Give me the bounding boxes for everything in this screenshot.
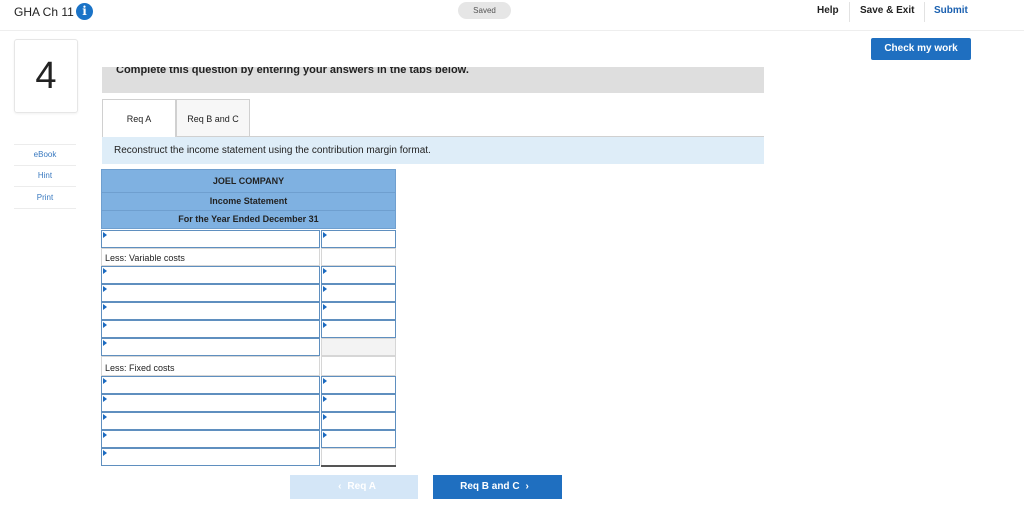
income-statement-table: JOEL COMPANY Income Statement For the Ye… bbox=[101, 169, 396, 467]
amount-cell bbox=[321, 356, 396, 376]
statement-title: Income Statement bbox=[209, 196, 288, 206]
hint-link[interactable]: Hint bbox=[14, 166, 76, 187]
prev-tab-button[interactable]: ‹ Req A bbox=[290, 475, 418, 499]
dropdown-marker-icon bbox=[103, 232, 107, 238]
info-icon[interactable]: i bbox=[76, 3, 93, 20]
next-tab-button[interactable]: Req B and C › bbox=[433, 475, 562, 499]
statement-header: JOEL COMPANY Income Statement For the Ye… bbox=[101, 169, 396, 229]
input-marker-icon bbox=[323, 286, 327, 292]
saved-status-badge: Saved bbox=[458, 2, 511, 19]
amount-input[interactable] bbox=[321, 230, 396, 248]
fixed-costs-label: Less: Fixed costs bbox=[101, 356, 320, 376]
total-cell bbox=[321, 448, 396, 466]
dropdown-marker-icon bbox=[103, 450, 107, 456]
prompt-text: Reconstruct the income statement using t… bbox=[114, 145, 431, 156]
input-marker-icon bbox=[323, 268, 327, 274]
line-item-select[interactable] bbox=[101, 284, 320, 302]
amount-input[interactable] bbox=[321, 320, 396, 338]
prompt-band: Reconstruct the income statement using t… bbox=[102, 137, 764, 164]
table-row bbox=[101, 430, 396, 448]
table-row bbox=[101, 394, 396, 412]
table-row bbox=[101, 412, 396, 430]
input-marker-icon bbox=[323, 432, 327, 438]
line-item-select[interactable] bbox=[101, 394, 320, 412]
amount-cell bbox=[321, 248, 396, 266]
dropdown-marker-icon bbox=[103, 268, 107, 274]
line-item-select[interactable] bbox=[101, 448, 320, 466]
table-row bbox=[101, 266, 396, 284]
dropdown-marker-icon bbox=[103, 432, 107, 438]
instructions-band: Complete this question by entering your … bbox=[102, 67, 764, 93]
input-marker-icon bbox=[323, 232, 327, 238]
line-item-select[interactable] bbox=[101, 412, 320, 430]
amount-input[interactable] bbox=[321, 394, 396, 412]
input-marker-icon bbox=[323, 322, 327, 328]
line-item-select[interactable] bbox=[101, 320, 320, 338]
table-row: Less: Variable costs bbox=[101, 248, 396, 266]
tab-req-a[interactable]: Req A bbox=[102, 99, 176, 137]
dropdown-marker-icon bbox=[103, 378, 107, 384]
input-marker-icon bbox=[323, 304, 327, 310]
table-row bbox=[101, 448, 396, 466]
dropdown-marker-icon bbox=[103, 340, 107, 346]
line-item-select[interactable] bbox=[101, 338, 320, 356]
variable-costs-label: Less: Variable costs bbox=[101, 248, 320, 266]
question-number: 4 bbox=[14, 39, 78, 113]
chevron-right-icon: › bbox=[525, 481, 529, 492]
amount-input[interactable] bbox=[321, 412, 396, 430]
dropdown-marker-icon bbox=[103, 286, 107, 292]
line-item-select[interactable] bbox=[101, 302, 320, 320]
table-row bbox=[101, 302, 396, 320]
dropdown-marker-icon bbox=[103, 304, 107, 310]
input-marker-icon bbox=[323, 378, 327, 384]
input-marker-icon bbox=[323, 414, 327, 420]
line-item-select[interactable] bbox=[101, 266, 320, 284]
line-item-select[interactable] bbox=[101, 230, 320, 248]
ebook-link[interactable]: eBook bbox=[14, 144, 76, 166]
amount-input[interactable] bbox=[321, 376, 396, 394]
tab-req-b-and-c[interactable]: Req B and C bbox=[176, 99, 250, 137]
divider bbox=[849, 2, 850, 22]
amount-input[interactable] bbox=[321, 266, 396, 284]
statement-period: For the Year Ended December 31 bbox=[178, 214, 319, 224]
dropdown-marker-icon bbox=[103, 396, 107, 402]
chevron-left-icon: ‹ bbox=[338, 481, 342, 492]
line-item-select[interactable] bbox=[101, 376, 320, 394]
top-bar: GHA Ch 11 i Saved Help Save & Exit Submi… bbox=[0, 0, 1024, 31]
amount-input[interactable] bbox=[321, 430, 396, 448]
input-marker-icon bbox=[323, 396, 327, 402]
amount-input[interactable] bbox=[321, 284, 396, 302]
instructions-text: Complete this question by entering your … bbox=[116, 67, 469, 76]
print-link[interactable]: Print bbox=[14, 188, 76, 209]
dropdown-marker-icon bbox=[103, 322, 107, 328]
table-row bbox=[101, 284, 396, 302]
header-separator bbox=[102, 192, 395, 193]
check-my-work-button[interactable]: Check my work bbox=[871, 38, 971, 60]
table-row bbox=[101, 338, 396, 356]
line-item-select[interactable] bbox=[101, 430, 320, 448]
table-row bbox=[101, 376, 396, 394]
assignment-title: GHA Ch 11 bbox=[14, 5, 74, 19]
amount-input[interactable] bbox=[321, 302, 396, 320]
table-row bbox=[101, 230, 396, 248]
save-exit-link[interactable]: Save & Exit bbox=[860, 5, 914, 16]
table-row bbox=[101, 320, 396, 338]
dropdown-marker-icon bbox=[103, 414, 107, 420]
double-underline bbox=[321, 465, 396, 467]
header-separator bbox=[102, 210, 395, 211]
divider bbox=[924, 2, 925, 22]
company-name: JOEL COMPANY bbox=[212, 176, 285, 186]
subtotal-cell bbox=[321, 338, 396, 356]
submit-link[interactable]: Submit bbox=[934, 5, 968, 16]
table-row: Less: Fixed costs bbox=[101, 356, 396, 376]
help-link[interactable]: Help bbox=[817, 5, 839, 16]
